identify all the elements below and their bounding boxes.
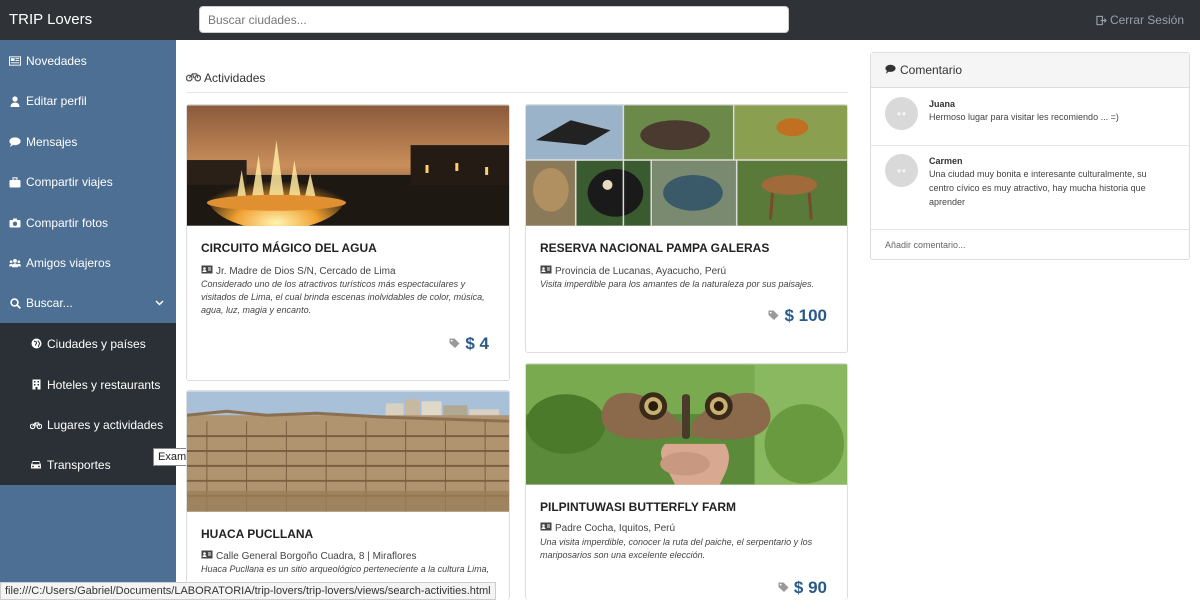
tags-icon	[778, 582, 790, 595]
user-icon	[9, 95, 21, 107]
sidebar-item-compartir-viajes[interactable]: Compartir viajes	[0, 162, 176, 202]
sidebar-item-label: Amigos viajeros	[26, 256, 111, 270]
sidebar-item-novedades[interactable]: Novedades	[0, 41, 176, 81]
activity-price: $ 90	[778, 578, 827, 598]
activity-address: Jr. Madre de Dios S/N, Cercado de Lima	[201, 265, 396, 277]
search-input[interactable]	[199, 6, 789, 33]
sidebar-item-label: Mensajes	[26, 135, 78, 149]
users-icon	[9, 258, 21, 268]
sidebar-item-compartir-fotos[interactable]: Compartir fotos	[0, 203, 176, 243]
activity-price-value: $ 4	[465, 334, 489, 353]
car-icon	[30, 460, 42, 470]
sidebar-item-label: Buscar...	[26, 296, 73, 310]
sidebar-subitem-ciudades[interactable]: Ciudades y países	[0, 323, 176, 364]
activity-description: Una visita imperdible, conocer la ruta d…	[540, 537, 813, 560]
activity-address: Padre Cocha, Iquitos, Perú	[540, 522, 675, 534]
address-card-icon	[540, 265, 552, 277]
activity-title[interactable]: HUACA PUCLLANA	[201, 527, 313, 541]
sidebar-subitem-lugares[interactable]: Lugares y actividades	[0, 405, 176, 445]
sidebar-item-editar-perfil[interactable]: Editar perfil	[0, 81, 176, 121]
brand-logo[interactable]: TRIP Lovers	[9, 11, 92, 28]
section-divider	[186, 92, 848, 93]
sidebar-item-label: Ciudades y países	[47, 336, 146, 351]
camera-icon	[9, 218, 21, 228]
globe-icon	[30, 338, 42, 349]
activity-photo	[526, 364, 847, 485]
activity-card[interactable]: PILPINTUWASI BUTTERFLY FARM Padre Cocha,…	[525, 363, 848, 600]
activity-price: $ 4	[449, 334, 489, 354]
bicycle-icon	[30, 421, 42, 430]
sidebar-item-buscar[interactable]: Buscar...	[0, 283, 176, 323]
search-icon	[9, 297, 21, 309]
comments-title: Comentario	[900, 63, 963, 77]
logout-link[interactable]: Cerrar Sesión	[1096, 13, 1184, 27]
address-card-icon	[540, 522, 552, 534]
comment-item: ●● Carmen Una ciudad muy bonita e intere…	[871, 145, 1189, 229]
activity-card[interactable]: RESERVA NACIONAL PAMPA GALERAS Provincia…	[525, 104, 848, 353]
activity-photo	[187, 391, 509, 512]
section-title-label: Actividades	[204, 71, 266, 85]
activity-price: $ 100	[768, 306, 827, 326]
activity-card[interactable]: HUACA PUCLLANA Calle General Borgoño Cua…	[186, 390, 510, 600]
comment-author: Juana	[929, 99, 956, 109]
comments-header: Comentario	[871, 53, 1189, 88]
comment-icon	[885, 63, 896, 77]
comment-item: ●● Juana Hermoso lugar para visitar les …	[871, 88, 1189, 145]
suitcase-icon	[9, 176, 21, 188]
activity-title[interactable]: RESERVA NACIONAL PAMPA GALERAS	[540, 241, 769, 255]
section-title: Actividades	[185, 71, 266, 85]
add-comment-input[interactable]: Añadir comentario...	[885, 240, 966, 250]
sidebar-item-label: Compartir fotos	[26, 216, 109, 230]
sidebar-item-label: Novedades	[26, 54, 87, 68]
activity-photo	[526, 105, 847, 226]
activity-description: Considerado uno de los atractivos turíst…	[201, 279, 485, 315]
top-navbar: TRIP Lovers Cerrar Sesión	[0, 0, 1200, 40]
avatar: ●●	[885, 97, 918, 130]
comment-text: Hermoso lugar para visitar les recomiend…	[929, 112, 1119, 122]
activity-address-text: Jr. Madre de Dios S/N, Cercado de Lima	[216, 265, 396, 277]
comment-divider	[871, 229, 1189, 230]
sidebar-item-label: Editar perfil	[26, 94, 87, 108]
sidebar-item-label: Transportes	[47, 458, 111, 472]
activity-title[interactable]: PILPINTUWASI BUTTERFLY FARM	[540, 500, 736, 514]
sidebar-item-label: Hoteles y restaurants	[47, 377, 161, 392]
activity-address-text: Padre Cocha, Iquitos, Perú	[555, 522, 676, 534]
activity-address-text: Calle General Borgoño Cuadra, 8 | Mirafl…	[216, 550, 417, 562]
sidebar-item-label: Lugares y actividades	[47, 418, 164, 432]
comment-text: Una ciudad muy bonita e interesante cult…	[929, 169, 1147, 207]
logout-label: Cerrar Sesión	[1109, 13, 1184, 27]
activity-price-value: $ 90	[793, 578, 827, 597]
activity-title[interactable]: CIRCUITO MÁGICO DEL AGUA	[201, 241, 377, 255]
comment-author: Carmen	[929, 156, 963, 166]
bicycle-icon	[185, 71, 202, 85]
sidebar-subitem-hoteles[interactable]: Hoteles y restaurants	[0, 364, 176, 405]
activity-description: Visita imperdible para los amantes de la…	[540, 279, 814, 289]
building-icon	[30, 379, 42, 390]
activity-description: Huaca Pucllana es un sitio arqueológico …	[201, 564, 490, 574]
activity-card[interactable]: CIRCUITO MÁGICO DEL AGUA Jr. Madre de Di…	[186, 104, 510, 381]
address-card-icon	[201, 550, 213, 562]
activity-address-text: Provincia de Lucanas, Ayacucho, Perú	[555, 265, 727, 277]
browser-status-bar: file:///C:/Users/Gabriel/Documents/LABOR…	[0, 582, 496, 600]
activity-address: Provincia de Lucanas, Ayacucho, Perú	[540, 265, 726, 277]
comment-icon	[9, 137, 21, 147]
activity-photo	[187, 105, 509, 226]
address-card-icon	[201, 265, 213, 277]
avatar: ●●	[885, 154, 918, 187]
sidebar-item-label: Compartir viajes	[26, 175, 113, 189]
sign-out-icon	[1096, 15, 1107, 25]
tags-icon	[768, 310, 780, 323]
activity-price-value: $ 100	[784, 306, 827, 325]
chevron-down-icon	[155, 298, 164, 309]
sidebar-item-amigos-viajeros[interactable]: Amigos viajeros	[0, 243, 176, 283]
tags-icon	[449, 338, 461, 351]
newspaper-icon	[9, 56, 21, 66]
activity-address: Calle General Borgoño Cuadra, 8 | Mirafl…	[201, 550, 416, 562]
sidebar-subitem-transportes[interactable]: Transportes	[0, 445, 176, 485]
comments-panel: Comentario ●● Juana Hermoso lugar para v…	[870, 52, 1190, 260]
sidebar-item-mensajes[interactable]: Mensajes	[0, 122, 176, 162]
